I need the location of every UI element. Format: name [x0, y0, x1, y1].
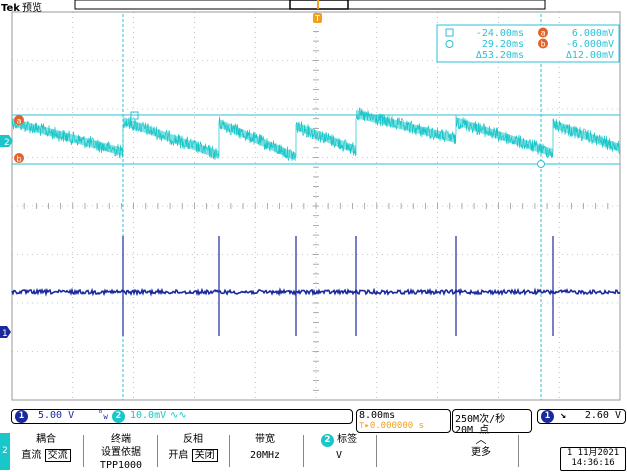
channel-menu: 2 耦合 直流 交流 终端 设置依据 TPP1000 反相 开启 关闭 带宽 2… — [0, 433, 627, 471]
invert-button[interactable]: 反相 开启 关闭 — [160, 433, 226, 469]
timebase-value: 8.00ms — [359, 410, 396, 421]
bandwidth-button[interactable]: 带宽 20MHz — [232, 433, 298, 469]
trigger-source-badge: 1 — [541, 410, 554, 423]
ch1-badge: 1 — [15, 410, 28, 423]
coupling-button[interactable]: 耦合 直流 交流 — [12, 433, 80, 469]
ch2-badge: 2 — [112, 410, 125, 423]
bandwidth-icon: ᵇw — [98, 409, 108, 421]
invert-on-option[interactable]: 开启 — [168, 450, 188, 461]
svg-text:a: a — [541, 29, 546, 38]
svg-text:b: b — [16, 155, 21, 164]
ch1-waveform — [11, 236, 621, 336]
date-time-display: 1 11月2021 14:36:16 — [560, 447, 626, 471]
menu-divider — [83, 435, 84, 467]
cursor-a-value: 6.000mV — [572, 28, 614, 39]
invert-off-option[interactable]: 关闭 — [191, 449, 218, 462]
termination-value: TPP1000 — [99, 460, 143, 471]
menu-channel-tab[interactable]: 2 — [0, 433, 10, 470]
time-value: 14:36:16 — [571, 458, 615, 468]
cursor-readout: -24.00ms 29.20ms Δ53.20ms a b 6.000mV -6… — [436, 24, 620, 63]
svg-text:2: 2 — [4, 138, 10, 148]
svg-text:1: 1 — [2, 329, 8, 339]
more-label: 更多 — [471, 447, 491, 458]
termination-sub-label: 设置依据 — [101, 447, 141, 458]
wave-icon: ∿∿ — [170, 410, 187, 421]
svg-text:T: T — [314, 14, 320, 23]
graticule — [11, 11, 621, 401]
cursor-t2-handle[interactable] — [537, 160, 545, 168]
up-arrow-icon: ︿ — [475, 433, 487, 446]
menu-divider — [303, 435, 304, 467]
acq-mode-label: 预览 — [22, 1, 42, 14]
cursor-t2-value: 29.20ms — [482, 39, 524, 50]
label-button[interactable]: 2 标签 V — [306, 433, 372, 469]
menu-divider — [376, 435, 377, 467]
trigger-position-marker[interactable]: T — [313, 13, 322, 23]
cursor-delta-t: Δ53.20ms — [476, 50, 524, 61]
svg-text:b: b — [541, 40, 546, 49]
trigger-readout[interactable]: 1 ↘ 2.60 V — [537, 409, 626, 424]
coupling-label: 耦合 — [36, 434, 56, 445]
menu-divider — [229, 435, 230, 467]
cursor-b-value: -6.000mV — [566, 39, 614, 50]
menu-divider — [518, 435, 519, 467]
header: Tek 预览 — [1, 1, 42, 14]
cursor-b-marker[interactable]: b — [14, 153, 24, 164]
more-button[interactable]: ︿ 更多 — [448, 433, 514, 469]
cursor-delta-v: Δ12.00mV — [566, 50, 614, 61]
status-bar: 1 5.00 V ᵇw 2 10.0mV ∿∿ 8.00ms ⊤▸0.00000… — [0, 407, 627, 436]
trigger-position-value: ⊤▸0.000000 s — [359, 421, 425, 431]
date-value: 1 11月2021 — [566, 448, 620, 458]
coupling-ac-option[interactable]: 交流 — [44, 449, 71, 462]
label-value: V — [335, 450, 343, 461]
menu-divider — [157, 435, 158, 467]
cursor-t1-value: -24.00ms — [476, 28, 524, 39]
ch1-ground-marker[interactable]: 1 — [0, 326, 11, 339]
ch2-ground-marker[interactable]: 2 — [0, 135, 13, 148]
ch2-scale: 10.0mV — [130, 410, 167, 421]
scope-display: Tek 预览 T 2 1 a b -24.00ms 29.20ms Δ53.20… — [0, 0, 621, 401]
record-view-bar — [74, 0, 546, 10]
trigger-level: 2.60 V — [584, 410, 621, 421]
label-label: 标签 — [337, 434, 358, 445]
brand-label: Tek — [1, 3, 20, 14]
svg-text:a: a — [17, 117, 22, 126]
ch2-waveform — [11, 107, 621, 161]
timebase-readout[interactable]: 8.00ms ⊤▸0.000000 s — [356, 409, 451, 433]
bandwidth-label: 带宽 — [255, 434, 275, 445]
channel-scale-readout[interactable]: 1 5.00 V ᵇw 2 10.0mV ∿∿ — [11, 409, 353, 424]
falling-edge-icon: ↘ — [560, 410, 567, 421]
termination-button[interactable]: 终端 设置依据 TPP1000 — [88, 433, 154, 471]
acquisition-readout[interactable]: 250M次/秒 20M 点 — [452, 409, 532, 436]
termination-label: 终端 — [111, 434, 131, 445]
label-channel-badge: 2 — [320, 434, 334, 447]
coupling-dc-option[interactable]: 直流 — [21, 450, 41, 461]
invert-label: 反相 — [183, 434, 203, 445]
bandwidth-value: 20MHz — [249, 450, 281, 461]
ch1-scale: 5.00 V — [38, 410, 75, 421]
trigger-icon: ⊤▸ — [359, 421, 370, 431]
